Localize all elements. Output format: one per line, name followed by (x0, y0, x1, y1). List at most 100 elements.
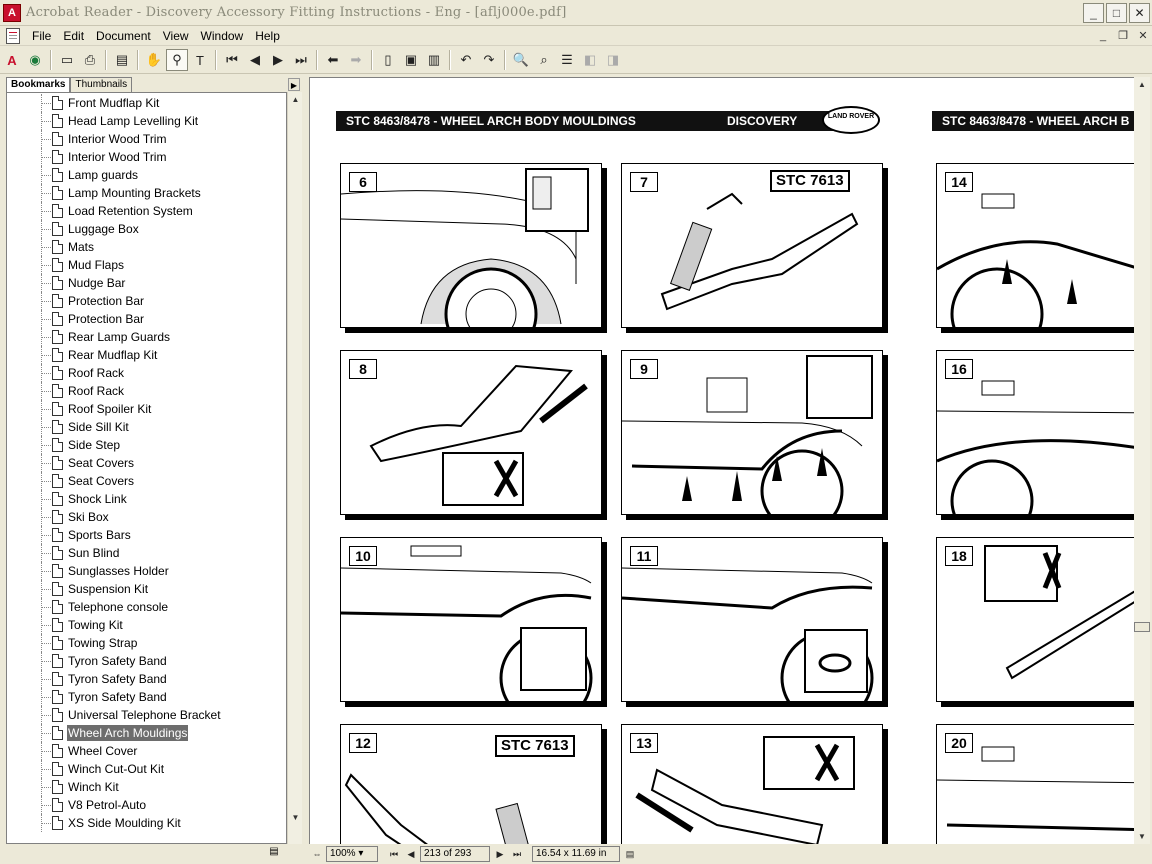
bookmark-item[interactable]: Load Retention System (7, 202, 286, 220)
bookmarks-scrollbar[interactable]: ▲ ▼ (287, 92, 302, 844)
previous-page-icon[interactable]: ◀ (244, 49, 266, 71)
bookmark-item[interactable]: Shock Link (7, 490, 286, 508)
menu-help[interactable]: Help (249, 27, 286, 45)
bookmark-item[interactable]: Roof Spoiler Kit (7, 400, 286, 418)
bookmark-item[interactable]: Nudge Bar (7, 274, 286, 292)
previous-highlight-icon[interactable]: ◧ (579, 49, 601, 71)
menu-file[interactable]: File (26, 27, 57, 45)
scroll-down-arrow-icon[interactable]: ▼ (288, 810, 303, 825)
next-highlight-icon[interactable]: ◨ (602, 49, 624, 71)
zoom-field[interactable]: 100% ▾ (326, 846, 378, 862)
bookmark-item[interactable]: Lamp guards (7, 166, 286, 184)
next-page-icon[interactable]: ▶ (492, 846, 508, 862)
bookmark-item[interactable]: XS Side Moulding Kit (7, 814, 286, 832)
bookmark-item[interactable]: Towing Kit (7, 616, 286, 634)
bookmark-item[interactable]: Interior Wood Trim (7, 148, 286, 166)
bookmark-item[interactable]: Front Mudflap Kit (7, 94, 286, 112)
rotate-right-icon[interactable]: ↷ (478, 49, 500, 71)
bookmark-item[interactable]: Universal Telephone Bracket (7, 706, 286, 724)
acrobat-app-icon[interactable]: A (3, 3, 21, 22)
bookmark-item[interactable]: Suspension Kit (7, 580, 286, 598)
bookmark-item[interactable]: Wheel Arch Mouldings (7, 724, 286, 742)
bookmark-item[interactable]: Tyron Safety Band (7, 652, 286, 670)
show-navigation-icon[interactable]: ▤ (111, 49, 133, 71)
doc-close-button[interactable]: ✕ (1134, 28, 1152, 44)
actual-size-icon[interactable]: ▯ (377, 49, 399, 71)
bookmark-item[interactable]: Winch Kit (7, 778, 286, 796)
bookmark-item[interactable]: Ski Box (7, 508, 286, 526)
bookmark-options-icon[interactable]: ▤ (264, 846, 284, 861)
bookmark-item[interactable]: Seat Covers (7, 454, 286, 472)
close-button[interactable]: ✕ (1129, 3, 1150, 23)
go-forward-icon[interactable]: ➡ (345, 49, 367, 71)
text-select-icon[interactable]: T (189, 49, 211, 71)
page-number-field[interactable]: 213 of 293 (420, 846, 490, 862)
fit-page-icon[interactable]: ▣ (400, 49, 422, 71)
bookmark-item[interactable]: V8 Petrol-Auto (7, 796, 286, 814)
menu-edit[interactable]: Edit (57, 27, 90, 45)
scroll-thumb[interactable] (1134, 622, 1150, 632)
go-back-icon[interactable]: ⬅ (322, 49, 344, 71)
hand-tool-icon[interactable]: ✋ (143, 49, 165, 71)
pane-splitter[interactable] (302, 77, 308, 864)
scroll-down-arrow-icon[interactable]: ▼ (1134, 829, 1150, 844)
tab-thumbnails[interactable]: Thumbnails (70, 77, 133, 92)
rotate-left-icon[interactable]: ↶ (455, 49, 477, 71)
fit-width-icon[interactable]: ▥ (423, 49, 445, 71)
acrobat-logo-icon[interactable]: A (1, 49, 23, 71)
bookmark-item[interactable]: Towing Strap (7, 634, 286, 652)
page-layout-icon[interactable]: ▤ (622, 846, 638, 862)
bookmark-item[interactable]: Tyron Safety Band (7, 688, 286, 706)
document-icon[interactable] (6, 27, 20, 44)
pane-options-arrow-icon[interactable]: ▶ (288, 78, 300, 91)
last-page-icon[interactable]: ⏭ (509, 846, 525, 862)
bookmark-item[interactable]: Roof Rack (7, 364, 286, 382)
scroll-up-arrow-icon[interactable]: ▲ (1134, 77, 1150, 92)
web-capture-icon[interactable]: ◉ (24, 49, 46, 71)
zoom-tool-icon[interactable]: ⚲ (166, 49, 188, 71)
split-view-icon[interactable]: ⇔ (309, 846, 325, 862)
document-scrollbar[interactable]: ▲ ▼ (1134, 77, 1150, 844)
tab-bookmarks[interactable]: Bookmarks (6, 77, 71, 92)
bookmark-item[interactable]: Side Step (7, 436, 286, 454)
bookmark-item[interactable]: Rear Mudflap Kit (7, 346, 286, 364)
print-icon[interactable]: ⎙ (79, 49, 101, 71)
bookmark-item[interactable]: Mud Flaps (7, 256, 286, 274)
minimize-button[interactable]: _ (1083, 3, 1104, 23)
bookmark-item[interactable]: Winch Cut-Out Kit (7, 760, 286, 778)
next-page-icon[interactable]: ▶ (267, 49, 289, 71)
bookmark-item[interactable]: Side Sill Kit (7, 418, 286, 436)
find-icon[interactable]: 🔍 (510, 49, 532, 71)
bookmark-item[interactable]: Sunglasses Holder (7, 562, 286, 580)
bookmark-item[interactable]: Luggage Box (7, 220, 286, 238)
maximize-button[interactable]: □ (1106, 3, 1127, 23)
bookmark-item[interactable]: Telephone console (7, 598, 286, 616)
bookmark-item[interactable]: Wheel Cover (7, 742, 286, 760)
doc-minimize-button[interactable]: _ (1094, 28, 1112, 44)
first-page-icon[interactable]: ⏮ (221, 49, 243, 71)
scroll-up-arrow-icon[interactable]: ▲ (288, 92, 303, 107)
bookmark-item[interactable]: Mats (7, 238, 286, 256)
bookmark-item[interactable]: Sun Blind (7, 544, 286, 562)
menu-document[interactable]: Document (90, 27, 157, 45)
search-icon[interactable]: ⌕ (533, 49, 555, 71)
bookmark-item[interactable]: Rear Lamp Guards (7, 328, 286, 346)
first-page-icon[interactable]: ⏮ (386, 846, 402, 862)
bookmark-item[interactable]: Sports Bars (7, 526, 286, 544)
bookmark-item[interactable]: Seat Covers (7, 472, 286, 490)
menu-view[interactable]: View (157, 27, 195, 45)
doc-restore-button[interactable]: ❐ (1114, 28, 1132, 44)
bookmark-item[interactable]: Lamp Mounting Brackets (7, 184, 286, 202)
bookmark-item[interactable]: Protection Bar (7, 292, 286, 310)
open-icon[interactable]: ▭ (56, 49, 78, 71)
search-results-icon[interactable]: ☰ (556, 49, 578, 71)
document-view[interactable]: STC 8463/8478 - WHEEL ARCH BODY MOULDING… (309, 77, 1134, 844)
bookmark-item[interactable]: Interior Wood Trim (7, 130, 286, 148)
menu-window[interactable]: Window (195, 27, 250, 45)
bookmark-item[interactable]: Roof Rack (7, 382, 286, 400)
bookmark-item[interactable]: Head Lamp Levelling Kit (7, 112, 286, 130)
bookmark-item[interactable]: Protection Bar (7, 310, 286, 328)
last-page-icon[interactable]: ⏭ (290, 49, 312, 71)
previous-page-icon[interactable]: ◀ (403, 846, 419, 862)
bookmark-item[interactable]: Tyron Safety Band (7, 670, 286, 688)
